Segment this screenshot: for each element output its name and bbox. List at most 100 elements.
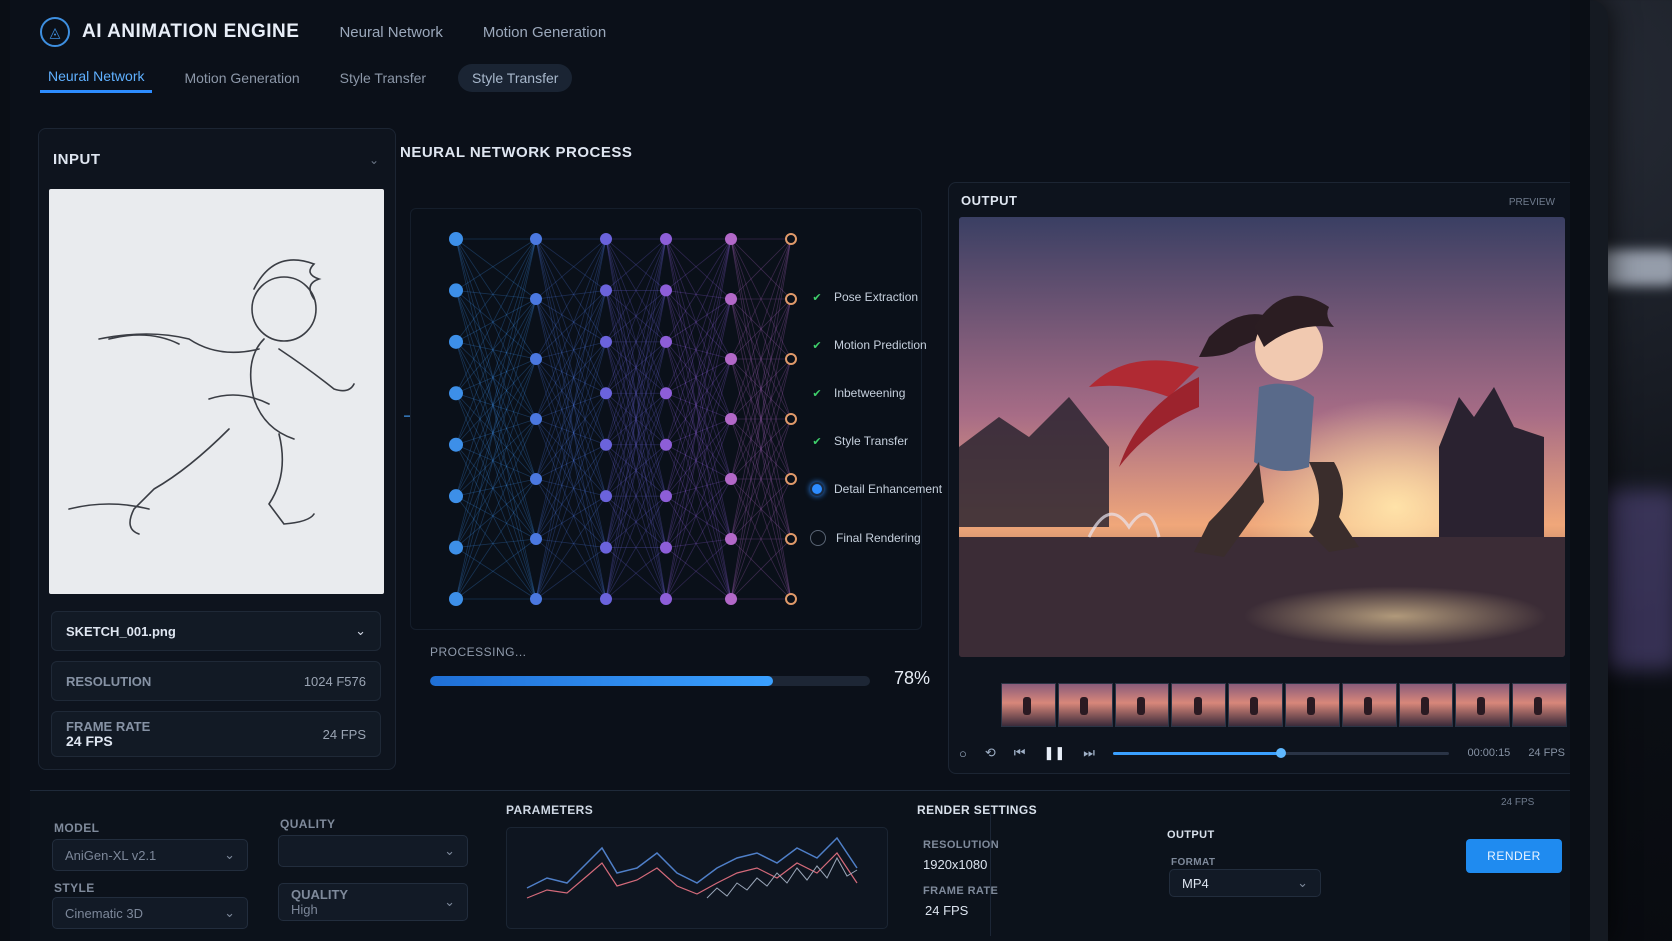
chevron-down-icon: ⌄ bbox=[224, 847, 235, 862]
timecode: 00:00:15 bbox=[1467, 747, 1511, 759]
tab-bar: Neural Network Motion Generation Style T… bbox=[40, 62, 573, 93]
network-node bbox=[785, 293, 797, 305]
filmstrip-frame[interactable] bbox=[1001, 683, 1056, 727]
filmstrip-frame[interactable] bbox=[1284, 683, 1340, 727]
network-node bbox=[725, 353, 737, 365]
skip-back-icon[interactable]: ⏮ bbox=[1014, 745, 1026, 761]
network-node bbox=[600, 593, 612, 605]
settings-bar: MODEL AniGen-XL v2.1 ⌄ STYLE Cinematic 3D… bbox=[30, 790, 1570, 941]
network-node bbox=[725, 413, 737, 425]
pause-icon[interactable]: ❚❚ bbox=[1043, 745, 1065, 761]
input-panel: INPUT ⌄ SKETCH_001.png ⌄ RESOLUTION 1024… bbox=[38, 128, 396, 770]
network-edge bbox=[455, 238, 537, 291]
render-button[interactable]: RENDER bbox=[1466, 839, 1562, 873]
file-select[interactable]: SKETCH_001.png ⌄ bbox=[51, 611, 381, 651]
step-style-transfer: ✔ Style Transfer bbox=[810, 434, 908, 448]
top-bar: ◬ AI ANIMATION ENGINE Neural Network Mot… bbox=[40, 10, 606, 54]
network-visualization bbox=[410, 208, 922, 630]
filmstrip-frame[interactable] bbox=[1228, 683, 1283, 727]
skip-forward-icon[interactable]: ⏭ bbox=[1083, 745, 1095, 761]
network-node bbox=[660, 284, 672, 297]
filmstrip bbox=[1001, 683, 1567, 727]
model-label: MODEL bbox=[54, 821, 100, 835]
network-edge bbox=[665, 290, 732, 360]
topnav-motion-generation[interactable]: Motion Generation bbox=[483, 24, 606, 41]
network-node bbox=[530, 473, 542, 485]
network-node bbox=[725, 533, 737, 545]
network-node bbox=[660, 335, 672, 348]
frame-rate-value: 24 FPS bbox=[66, 733, 113, 749]
output-panel: OUTPUT PREVIEW ○ ⟲ ⏮ ❚❚ ⏭ 00:00:15 24 FP… bbox=[948, 182, 1570, 774]
tab-style-transfer-pill[interactable]: Style Transfer bbox=[458, 63, 573, 92]
preview-label[interactable]: PREVIEW bbox=[1509, 197, 1555, 208]
model-select[interactable]: AniGen-XL v2.1 ⌄ bbox=[52, 839, 248, 871]
chevron-down-icon[interactable]: ⌄ bbox=[369, 153, 379, 167]
topnav-neural-network[interactable]: Neural Network bbox=[339, 24, 442, 41]
playback-controls: ○ ⟲ ⏮ ❚❚ ⏭ 00:00:15 24 FPS bbox=[959, 741, 1565, 765]
rs-frame-rate-value: 24 FPS bbox=[925, 903, 969, 918]
network-node bbox=[785, 413, 797, 425]
quality-value: High bbox=[291, 902, 318, 917]
network-node bbox=[600, 284, 612, 297]
progress-bar bbox=[430, 676, 870, 686]
rs-frame-rate-label: FRAME RATE bbox=[923, 885, 999, 897]
output-render-image bbox=[959, 217, 1565, 657]
network-node bbox=[530, 593, 542, 605]
network-node bbox=[660, 593, 672, 605]
filmstrip-frame[interactable] bbox=[1057, 683, 1113, 727]
timeline-progress bbox=[1112, 751, 1282, 755]
network-edge bbox=[535, 238, 607, 394]
filmstrip-frame[interactable] bbox=[1114, 683, 1170, 727]
format-select[interactable]: MP4 ⌄ bbox=[1169, 869, 1321, 897]
check-icon: ✔ bbox=[812, 387, 822, 400]
style-select[interactable]: Cinematic 3D ⌄ bbox=[52, 897, 248, 929]
step-pose-extraction: ✔ Pose Extraction bbox=[810, 290, 918, 304]
filmstrip-frame[interactable] bbox=[1171, 683, 1227, 727]
progress-fill bbox=[430, 676, 774, 686]
filmstrip-frame[interactable] bbox=[1512, 683, 1567, 727]
network-edge bbox=[455, 290, 537, 420]
network-node bbox=[785, 533, 797, 545]
render-settings-label: RENDER SETTINGS bbox=[917, 803, 1038, 817]
filmstrip-frame[interactable] bbox=[1341, 683, 1397, 727]
input-frame-rate-row: FRAME RATE 24 FPS 24 FPS bbox=[51, 711, 381, 757]
check-icon: ✔ bbox=[812, 291, 822, 304]
network-node bbox=[785, 473, 797, 485]
network-edge bbox=[455, 358, 537, 548]
rewind-icon[interactable]: ⟲ bbox=[985, 745, 996, 761]
filmstrip-frame[interactable] bbox=[1398, 683, 1454, 727]
frame-rate-value-right: 24 FPS bbox=[322, 726, 366, 742]
network-edge bbox=[535, 444, 607, 600]
app-screen: ◬ AI ANIMATION ENGINE Neural Network Mot… bbox=[10, 0, 1570, 941]
network-node bbox=[600, 387, 612, 400]
quality-select-2[interactable]: QUALITY High ⌄ bbox=[278, 883, 468, 921]
file-name: SKETCH_001.png bbox=[66, 623, 176, 639]
frame-rate-label: FRAME RATE bbox=[66, 719, 151, 734]
sketch-image bbox=[49, 189, 384, 594]
monitor: ◬ AI ANIMATION ENGINE Neural Network Mot… bbox=[0, 0, 1608, 941]
tab-style-transfer[interactable]: Style Transfer bbox=[332, 64, 434, 92]
network-node bbox=[530, 293, 542, 305]
parameters-label: PARAMETERS bbox=[506, 803, 594, 817]
network-node bbox=[660, 490, 672, 503]
network-title: NEURAL NETWORK PROCESS bbox=[400, 144, 633, 161]
timeline-scrubber[interactable] bbox=[1112, 747, 1450, 758]
step-inbetweening: ✔ Inbetweening bbox=[810, 386, 905, 400]
timeline-knob[interactable] bbox=[1276, 747, 1287, 758]
network-edge bbox=[455, 358, 537, 600]
network-edge bbox=[665, 238, 732, 291]
tab-motion-generation[interactable]: Motion Generation bbox=[176, 64, 307, 92]
filmstrip-frame[interactable] bbox=[1455, 683, 1511, 727]
rs-resolution-label: RESOLUTION bbox=[923, 839, 1000, 851]
network-node bbox=[785, 353, 797, 365]
network-node bbox=[530, 413, 542, 425]
chevron-down-icon: ⌄ bbox=[444, 843, 455, 858]
network-edge bbox=[455, 418, 537, 548]
network-node bbox=[600, 541, 612, 554]
active-step-icon bbox=[810, 482, 824, 496]
format-label: FORMAT bbox=[1171, 857, 1216, 868]
tab-neural-network[interactable]: Neural Network bbox=[40, 62, 153, 93]
loop-icon[interactable]: ○ bbox=[959, 746, 967, 761]
resolution-label: RESOLUTION bbox=[66, 673, 152, 689]
quality-select[interactable]: ⌄ bbox=[278, 835, 468, 867]
